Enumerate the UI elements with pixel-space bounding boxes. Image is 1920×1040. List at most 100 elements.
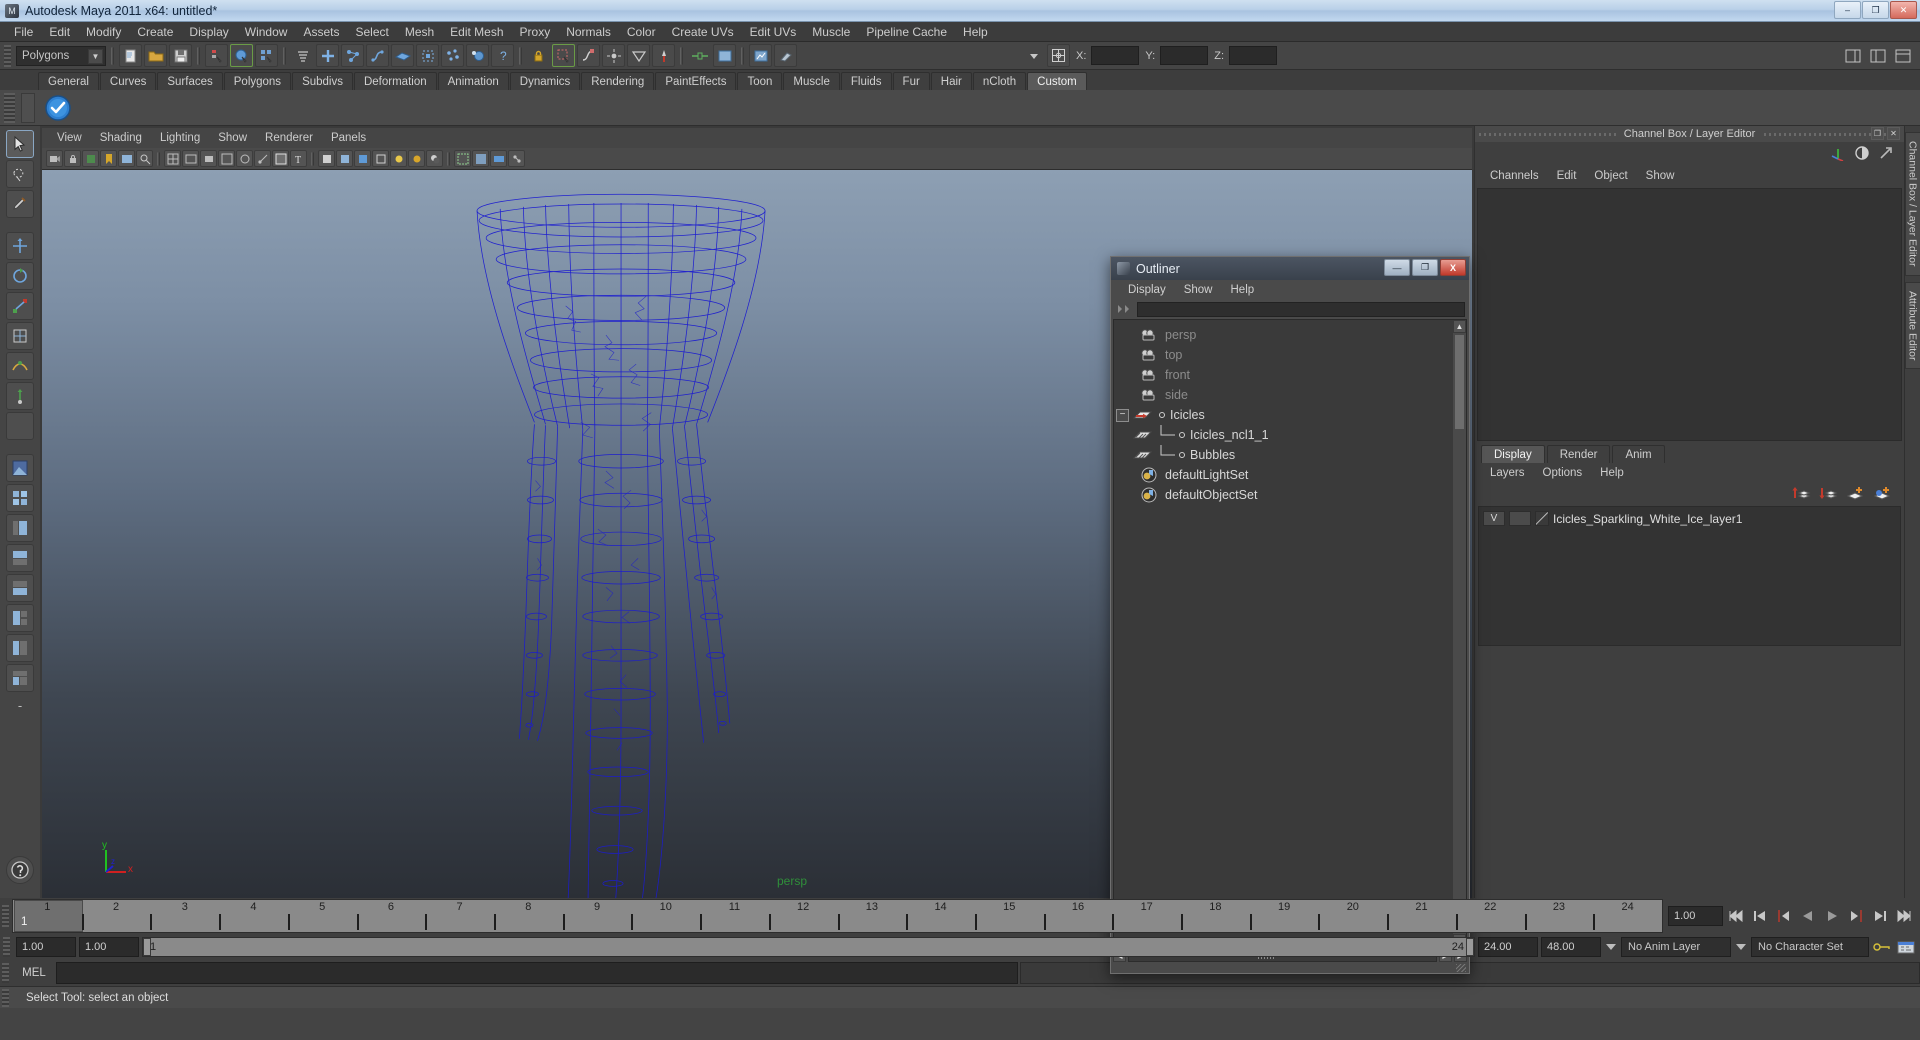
menu-window[interactable]: Window [237, 23, 296, 41]
outliner-item-bubbles[interactable]: Bubbles [1114, 445, 1453, 465]
go-to-start-button[interactable] [1725, 905, 1747, 927]
menu-display[interactable]: Display [181, 23, 236, 41]
outliner-item-side[interactable]: side [1114, 385, 1453, 405]
panel-close-button[interactable]: ✕ [1887, 127, 1900, 140]
layer-playback-toggle[interactable] [1509, 511, 1531, 526]
viewport-menu-shading[interactable]: Shading [91, 131, 151, 145]
menu-edit-mesh[interactable]: Edit Mesh [442, 23, 511, 41]
shelf-tab-muscle[interactable]: Muscle [783, 72, 840, 90]
outliner-menu-display[interactable]: Display [1119, 283, 1175, 297]
side-tab-attribute-editor[interactable]: Attribute Editor [1904, 281, 1920, 369]
shelf-tab-fluids[interactable]: Fluids [840, 72, 892, 90]
layer-row[interactable]: V Icicles_Sparkling_White_Ice_layer1 [1479, 509, 1900, 528]
coordinate-mode-chevron-icon[interactable] [1022, 44, 1045, 67]
channel-box-attribute-list[interactable] [1477, 188, 1902, 441]
command-line-input[interactable] [56, 962, 1018, 984]
layer-tab-render[interactable]: Render [1546, 445, 1611, 463]
side-tab-channel-box[interactable]: Channel Box / Layer Editor [1904, 132, 1920, 276]
hardware-texturing-icon[interactable] [472, 150, 489, 167]
shelf-tab-ncloth[interactable]: nCloth [972, 72, 1027, 90]
shelf-grip[interactable] [4, 92, 15, 123]
save-scene-button[interactable] [169, 44, 192, 67]
panel-float-button[interactable]: ❐ [1871, 127, 1884, 140]
anim-layer-field[interactable]: No Anim Layer [1621, 937, 1731, 957]
window-close-button[interactable]: ✕ [1890, 1, 1917, 19]
menu-color[interactable]: Color [619, 23, 664, 41]
lighting-all-icon[interactable] [408, 150, 425, 167]
range-slider-bar[interactable]: 1 24 [142, 937, 1475, 957]
command-line-grip[interactable] [2, 963, 9, 983]
shelf-tab-surfaces[interactable]: Surfaces [157, 72, 223, 90]
outliner-vscroll-thumb[interactable] [1454, 334, 1465, 430]
command-line-language-label[interactable]: MEL [12, 967, 56, 979]
shadows-icon[interactable] [426, 150, 443, 167]
new-empty-layer-icon[interactable] [1845, 485, 1865, 504]
animation-end-time-field[interactable]: 48.00 [1541, 937, 1601, 957]
half-circle-icon[interactable] [1854, 145, 1870, 164]
shelf-tab-dynamics[interactable]: Dynamics [509, 72, 581, 90]
help-tool-button[interactable] [6, 856, 34, 884]
outliner-tree[interactable]: persp top front side − Icicles Icicles_n… [1114, 320, 1453, 947]
snap-point-button[interactable] [602, 44, 625, 67]
camera-attributes-icon[interactable] [82, 150, 99, 167]
menu-mesh[interactable]: Mesh [397, 23, 442, 41]
selection-mask-combo[interactable]: Polygons ▼ [16, 45, 106, 66]
outliner-nav-arrows-icon[interactable] [1117, 304, 1133, 315]
anim-layer-dropdown-arrow-icon[interactable] [1604, 943, 1618, 951]
lighting-default-icon[interactable] [390, 150, 407, 167]
move-tool-button[interactable] [6, 232, 34, 260]
menu-edit-uvs[interactable]: Edit UVs [742, 23, 805, 41]
outliner-close-button[interactable]: X [1440, 259, 1466, 276]
xray-icon[interactable] [236, 150, 253, 167]
character-set-field[interactable]: No Character Set [1751, 937, 1869, 957]
layer-name[interactable]: Icicles_Sparkling_White_Ice_layer1 [1553, 512, 1742, 526]
viewport-menu-renderer[interactable]: Renderer [256, 131, 322, 145]
mask-dynamics-button[interactable] [441, 44, 464, 67]
move-layer-down-icon[interactable] [1818, 485, 1838, 504]
channelbox-menu-edit[interactable]: Edit [1548, 169, 1586, 183]
layout-three-pane-button[interactable] [6, 664, 34, 692]
layout-four-view-button[interactable] [6, 484, 34, 512]
absolute-transform-toggle[interactable] [1047, 44, 1071, 67]
film-gate-icon[interactable] [182, 150, 199, 167]
layout-single-perspective-button[interactable] [6, 454, 34, 482]
shelf-tab-hair[interactable]: Hair [930, 72, 972, 90]
rotate-tool-button[interactable] [6, 262, 34, 290]
outliner-search-input[interactable] [1137, 302, 1465, 317]
ipr-render-button[interactable] [749, 44, 772, 67]
character-set-dropdown-arrow-icon[interactable] [1734, 943, 1748, 951]
toolbox-more-icon[interactable]: - [18, 698, 22, 713]
snap-grid-button[interactable] [552, 44, 575, 67]
menu-select[interactable]: Select [347, 23, 396, 41]
outliner-item-icicles[interactable]: − Icicles [1114, 405, 1453, 425]
outliner-item-defaultobjectset[interactable]: defaultObjectSet [1114, 485, 1453, 505]
wireframe-on-shaded-icon[interactable] [272, 150, 289, 167]
move-layer-up-icon[interactable] [1791, 485, 1811, 504]
outliner-vertical-scrollbar[interactable]: ▲ ▼ [1453, 320, 1466, 947]
menu-pipeline-cache[interactable]: Pipeline Cache [858, 23, 955, 41]
select-by-hierarchy-button[interactable] [205, 44, 228, 67]
grid-toggle-icon[interactable] [164, 150, 181, 167]
show-manipulator-tool-button[interactable] [6, 382, 34, 410]
play-backwards-button[interactable] [1797, 905, 1819, 927]
paint-selection-tool-button[interactable] [6, 190, 34, 218]
new-scene-button[interactable] [119, 44, 142, 67]
viewport-settings-icon[interactable] [508, 150, 525, 167]
outliner-item-defaultlightset[interactable]: defaultLightSet [1114, 465, 1453, 485]
gate-mask-icon[interactable] [218, 150, 235, 167]
range-slider-grip[interactable] [3, 937, 10, 957]
animation-preferences-icon[interactable] [1895, 940, 1917, 954]
snap-live-button[interactable] [652, 44, 675, 67]
viewport-menu-panels[interactable]: Panels [322, 131, 375, 145]
high-quality-render-icon[interactable] [490, 150, 507, 167]
outliner-minimize-button[interactable]: — [1384, 259, 1410, 276]
select-by-component-button[interactable] [255, 44, 278, 67]
help-line-grip[interactable] [2, 988, 9, 1007]
menu-proxy[interactable]: Proxy [512, 23, 559, 41]
menu-create[interactable]: Create [129, 23, 181, 41]
shelf-tab-deformation[interactable]: Deformation [353, 72, 437, 90]
shelf-tab-animation[interactable]: Animation [437, 72, 509, 90]
show-hide-tool-settings-icon[interactable] [1891, 44, 1914, 67]
universal-manipulator-button[interactable] [6, 322, 34, 350]
shelf-tab-curves[interactable]: Curves [99, 72, 157, 90]
